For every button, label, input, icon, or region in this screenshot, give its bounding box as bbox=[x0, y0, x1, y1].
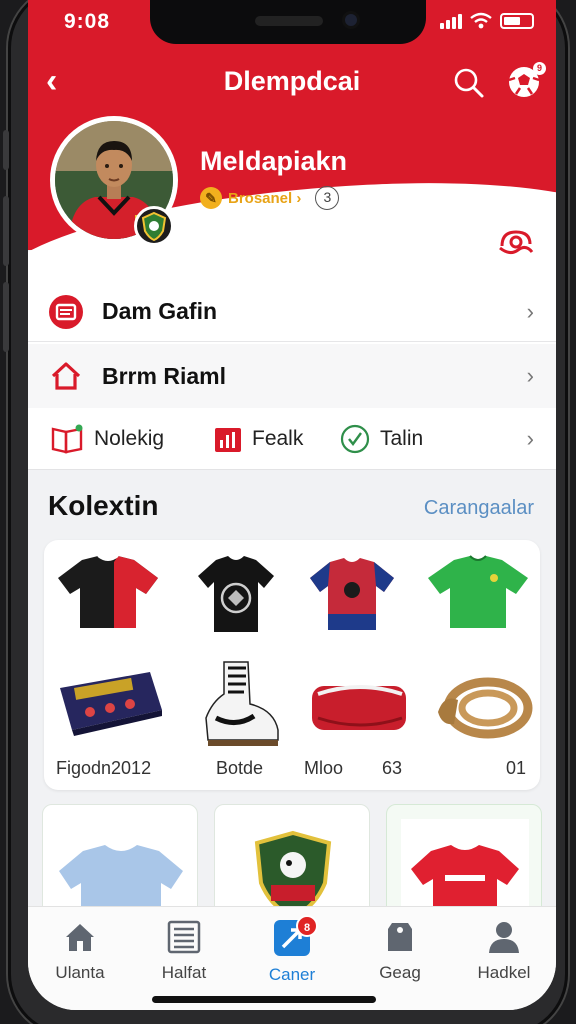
item-caption-1: Figodn2012 bbox=[56, 758, 152, 778]
check-circle-icon bbox=[340, 424, 370, 453]
tab-tags[interactable]: Geag bbox=[352, 919, 448, 983]
crest-icon bbox=[141, 211, 167, 242]
signal-icon bbox=[440, 14, 462, 29]
level-label: Brosanel › bbox=[228, 189, 302, 207]
home-indicator[interactable] bbox=[152, 996, 376, 1003]
quick-actions-row: Nolekig Fealk Talin › bbox=[28, 408, 556, 470]
club-crest-badge bbox=[134, 206, 174, 246]
item-caption-5: 01 bbox=[506, 758, 527, 778]
search-icon[interactable] bbox=[452, 66, 486, 100]
level-count: 3 bbox=[315, 186, 340, 210]
front-camera bbox=[342, 11, 360, 29]
boxed-set-item[interactable] bbox=[54, 666, 166, 736]
collection-card: Figodn2012 Botde Mloo 63 01 bbox=[44, 540, 540, 790]
volume-up-button bbox=[3, 196, 9, 266]
section-link[interactable]: Carangaalar bbox=[424, 497, 534, 520]
card-icon bbox=[49, 294, 83, 329]
coin-icon: ✎ bbox=[200, 187, 222, 209]
section-title: Kolextin bbox=[48, 490, 159, 521]
chevron-right-icon[interactable]: › bbox=[527, 426, 534, 452]
menu-row-2[interactable]: Brrm Riaml › bbox=[28, 344, 556, 408]
item-caption-2: Botde bbox=[216, 758, 264, 778]
item-caption-4: 63 bbox=[382, 758, 403, 778]
tab-profile-label: Hadkel bbox=[477, 963, 531, 982]
volume-down-button bbox=[3, 282, 9, 352]
notification-badge: 9 bbox=[533, 62, 546, 75]
menu-row-1[interactable]: Dam Gafin › bbox=[28, 282, 556, 342]
tab-badge: 8 bbox=[296, 915, 318, 937]
profile-name: Meldapiakn bbox=[200, 146, 348, 176]
user-icon bbox=[489, 922, 519, 953]
featured-cards-row bbox=[28, 804, 556, 924]
quick-action-3-label: Talin bbox=[380, 426, 424, 450]
item-caption-3: Mloo bbox=[304, 758, 344, 778]
quick-action-1-label: Nolekig bbox=[94, 426, 165, 450]
jersey-black-red-item[interactable] bbox=[54, 552, 162, 632]
quick-action-3[interactable]: Talin bbox=[340, 424, 423, 454]
profile-level[interactable]: ✎ Brosanel › 3 bbox=[200, 186, 340, 210]
tab-tags-label: Geag bbox=[379, 963, 421, 982]
bar-chart-icon bbox=[215, 427, 241, 452]
tab-profile[interactable]: Hadkel bbox=[456, 919, 552, 983]
earpiece-speaker bbox=[255, 16, 323, 26]
quick-action-1[interactable]: Nolekig bbox=[50, 424, 164, 454]
quick-action-2-label: Fealk bbox=[252, 426, 304, 450]
mute-switch bbox=[3, 130, 9, 170]
wifi-icon bbox=[470, 12, 492, 29]
tab-active[interactable]: 8 Caner bbox=[244, 915, 340, 985]
battery-icon bbox=[500, 13, 534, 29]
menu-row-2-label: Brrm Riaml bbox=[102, 362, 226, 389]
tab-list[interactable]: Halfat bbox=[136, 919, 232, 983]
tab-home[interactable]: Ulanta bbox=[32, 919, 128, 983]
app-screen: 9:08 ‹ Dlempdcai 9 Meldapiakn ✎ Brosanel… bbox=[28, 0, 556, 1010]
black-tshirt-item[interactable] bbox=[194, 552, 278, 636]
stamp-icon[interactable] bbox=[496, 226, 536, 262]
boot-item[interactable] bbox=[194, 658, 284, 748]
ball-menu-button[interactable]: 9 bbox=[506, 62, 546, 100]
chevron-right-icon: › bbox=[526, 363, 534, 388]
notch bbox=[150, 0, 426, 44]
quick-action-2[interactable]: Fealk bbox=[214, 424, 303, 454]
home-outline-icon bbox=[51, 362, 81, 390]
status-icons bbox=[440, 12, 534, 29]
list-icon bbox=[167, 920, 201, 954]
jersey-blue-red-item[interactable] bbox=[306, 554, 398, 634]
jersey-green-item[interactable] bbox=[424, 554, 532, 632]
tab-active-label: Caner bbox=[268, 965, 316, 984]
home-icon bbox=[66, 924, 94, 951]
tab-list-label: Halfat bbox=[161, 963, 207, 982]
book-icon bbox=[51, 424, 83, 454]
menu-row-1-label: Dam Gafin bbox=[102, 298, 218, 324]
tab-bar: Ulanta Halfat 8 Caner Geag Hadkel bbox=[28, 906, 556, 1010]
tab-home-label: Ulanta bbox=[55, 963, 105, 982]
coiled-rope-item[interactable] bbox=[434, 672, 534, 742]
tag-icon bbox=[388, 923, 412, 951]
chevron-right-icon: › bbox=[526, 298, 534, 324]
status-time: 9:08 bbox=[64, 10, 111, 33]
scarf-item[interactable] bbox=[306, 674, 412, 740]
